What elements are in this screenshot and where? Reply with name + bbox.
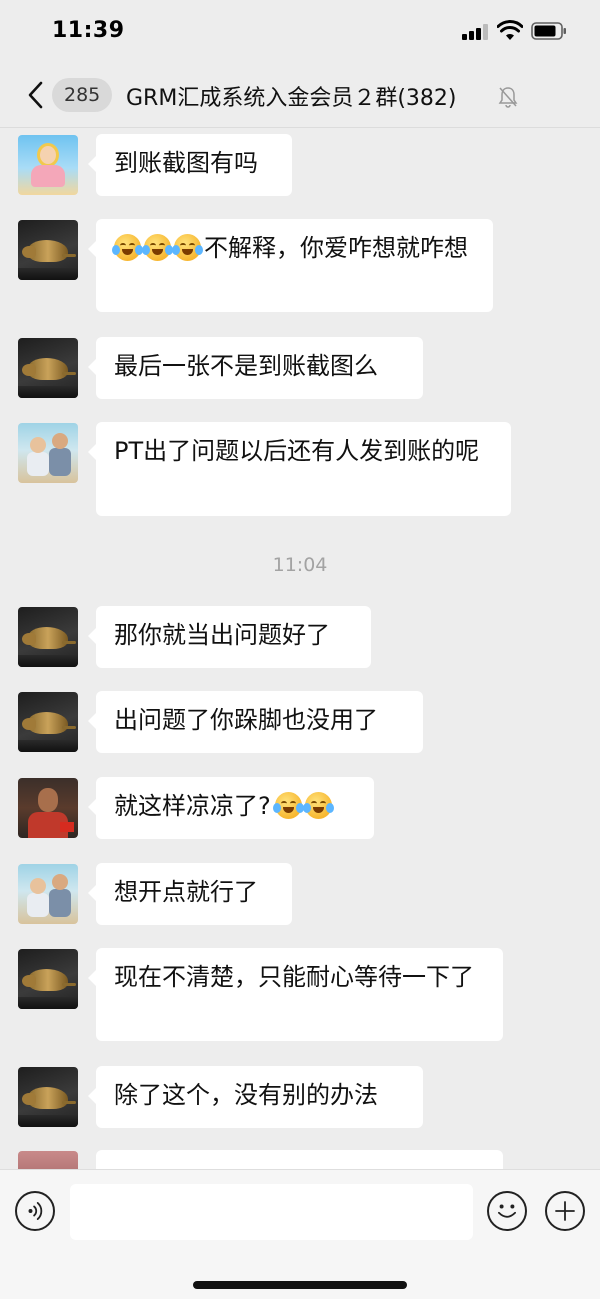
message-text: 想开点就行了: [114, 878, 258, 906]
status-time: 11:39: [52, 18, 125, 43]
cry-laugh-emoji-icon: [302, 792, 334, 819]
message-bubble[interactable]: [96, 1150, 503, 1169]
avatar[interactable]: [18, 135, 78, 195]
avatar[interactable]: [18, 338, 78, 398]
battery-icon: [531, 22, 566, 40]
message-text: 最后一张不是到账截图么: [114, 352, 378, 380]
message-bubble[interactable]: 现在不清楚，只能耐心等待一下了: [88, 948, 503, 1041]
avatar[interactable]: [18, 949, 78, 1009]
cry-laugh-emoji-icon: [272, 792, 304, 819]
wifi-icon: [497, 20, 523, 40]
cry-laugh-emoji-icon: [112, 234, 143, 261]
avatar[interactable]: [18, 423, 78, 483]
message-text: PT出了问题以后还有人发到账的呢: [114, 437, 480, 465]
message-bubble[interactable]: 那你就当出问题好了: [88, 606, 371, 668]
chat-title[interactable]: GRM汇成系统入金会员２群(382): [126, 80, 456, 112]
chevron-left-icon[interactable]: [24, 80, 48, 110]
status-bar: 11:39: [0, 0, 600, 62]
avatar[interactable]: [18, 692, 78, 752]
time-separator: 11:04: [272, 554, 328, 576]
message-bubble[interactable]: 就这样凉凉了?: [88, 777, 374, 839]
message-text: 现在不清楚，只能耐心等待一下了: [114, 963, 474, 991]
message-text: 就这样凉凉了?: [114, 792, 271, 820]
message-bubble[interactable]: 除了这个，没有别的办法: [88, 1066, 423, 1128]
unread-count-badge[interactable]: 285: [52, 78, 113, 112]
message-bubble[interactable]: 想开点就行了: [88, 863, 292, 925]
message-bubble[interactable]: 出问题了你跺脚也没用了: [88, 691, 423, 753]
avatar[interactable]: [18, 778, 78, 838]
cry-laugh-emoji-icon: [142, 234, 173, 261]
message-text: 到账截图有吗: [114, 149, 258, 177]
message-text: 那你就当出问题好了: [114, 621, 330, 649]
avatar[interactable]: [18, 220, 78, 280]
message-text: 出问题了你跺脚也没用了: [114, 706, 378, 734]
chat-screen: 11:39 285 GRM汇成系统入金会员２群(382) 到账截图有吗 不解释，…: [0, 0, 600, 1299]
cellular-signal-icon: [462, 24, 490, 40]
avatar[interactable]: [18, 864, 78, 924]
message-text: 不解释，你爱咋想就咋想: [204, 234, 468, 262]
voice-input-icon[interactable]: [15, 1191, 55, 1231]
message-bubble[interactable]: 不解释，你爱咋想就咋想: [88, 219, 493, 312]
message-bubble[interactable]: 到账截图有吗: [88, 134, 292, 196]
input-bar: [0, 1169, 600, 1299]
message-text: 除了这个，没有别的办法: [114, 1081, 378, 1109]
home-indicator[interactable]: [193, 1281, 407, 1289]
message-bubble[interactable]: 最后一张不是到账截图么: [88, 337, 423, 399]
chat-header: 285 GRM汇成系统入金会员２群(382): [0, 62, 600, 128]
plus-icon[interactable]: [545, 1191, 585, 1231]
message-input[interactable]: [70, 1184, 473, 1240]
message-bubble[interactable]: PT出了问题以后还有人发到账的呢: [88, 422, 511, 516]
cry-laugh-emoji-icon: [172, 234, 203, 261]
avatar[interactable]: [18, 607, 78, 667]
message-list[interactable]: 到账截图有吗 不解释，你爱咋想就咋想 最后一张不是到账截图么 PT出了问题以后还…: [0, 129, 600, 1169]
bell-muted-icon: [498, 87, 518, 108]
avatar[interactable]: [18, 1067, 78, 1127]
emoji-icon[interactable]: [487, 1191, 527, 1231]
avatar[interactable]: [18, 1151, 78, 1169]
